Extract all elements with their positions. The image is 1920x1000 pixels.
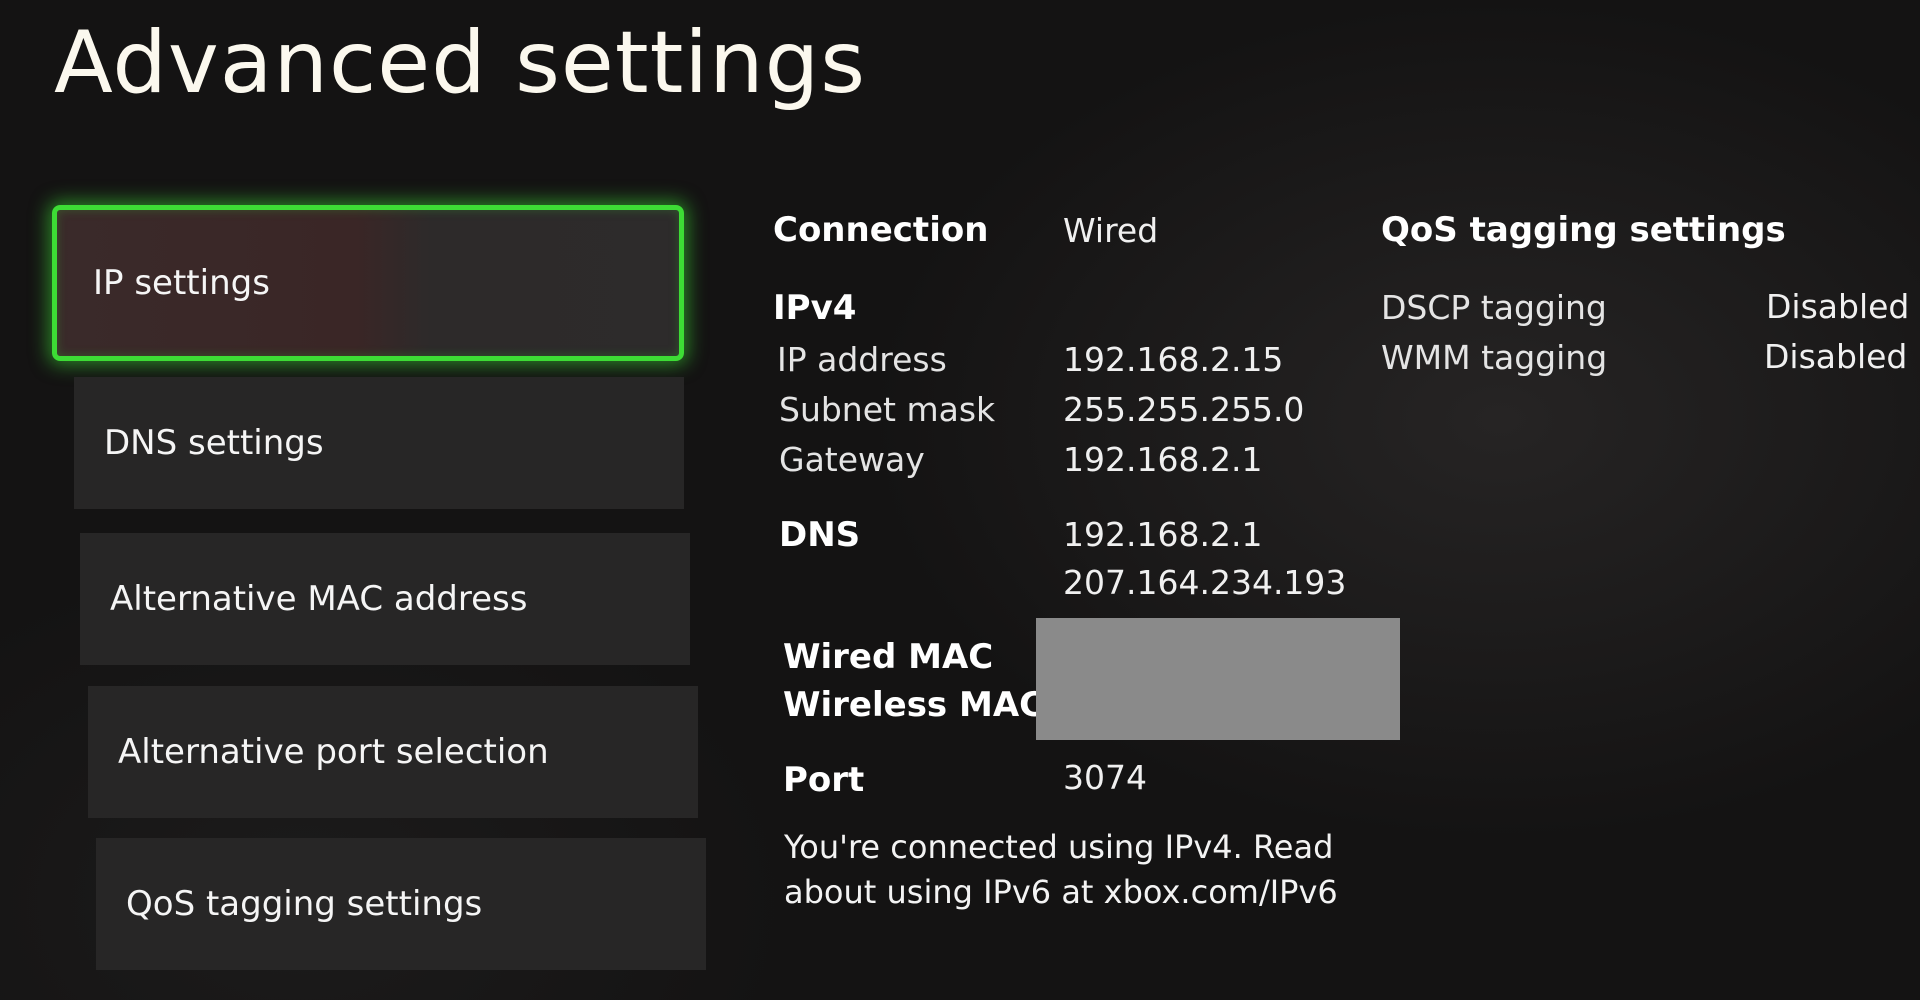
menu-item-label: DNS settings — [104, 423, 324, 463]
port-value: 3074 — [1063, 758, 1147, 797]
qos-heading: QoS tagging settings — [1381, 210, 1786, 250]
dns-secondary-value: 207.164.234.193 — [1063, 563, 1347, 602]
dns-heading: DNS — [779, 515, 861, 555]
gateway-label: Gateway — [779, 440, 925, 479]
page-title: Advanced settings — [54, 13, 867, 113]
connection-value: Wired — [1063, 211, 1159, 250]
menu-item-alternative-port-selection[interactable]: Alternative port selection — [88, 686, 698, 818]
wireless-mac-label: Wireless MAC — [783, 685, 1045, 725]
ipv6-info-note: You're connected using IPv4. Read about … — [784, 828, 1338, 911]
menu-item-ip-settings[interactable]: IP settings — [52, 205, 684, 361]
menu-item-qos-tagging-settings[interactable]: QoS tagging settings — [96, 838, 706, 970]
connection-label: Connection — [773, 210, 989, 250]
ipv4-heading: IPv4 — [773, 288, 857, 328]
menu-item-alternative-mac-address[interactable]: Alternative MAC address — [80, 533, 690, 665]
ip-address-label: IP address — [777, 340, 947, 379]
dns-primary-value: 192.168.2.1 — [1063, 515, 1263, 554]
wmm-tagging-value: Disabled — [1764, 337, 1908, 376]
subnet-mask-value: 255.255.255.0 — [1063, 390, 1305, 429]
menu-item-label: QoS tagging settings — [126, 884, 483, 924]
menu-item-dns-settings[interactable]: DNS settings — [74, 377, 684, 509]
port-label: Port — [783, 760, 865, 800]
menu-item-label: Alternative MAC address — [110, 579, 528, 619]
mac-redaction-block — [1036, 618, 1400, 740]
dscp-tagging-value: Disabled — [1766, 287, 1910, 326]
subnet-mask-label: Subnet mask — [779, 390, 996, 429]
gateway-value: 192.168.2.1 — [1063, 440, 1263, 479]
menu-item-label: IP settings — [93, 263, 270, 303]
dscp-tagging-label: DSCP tagging — [1381, 288, 1607, 327]
menu-item-label: Alternative port selection — [118, 732, 549, 772]
wmm-tagging-label: WMM tagging — [1381, 338, 1608, 377]
wired-mac-label: Wired MAC — [783, 637, 994, 677]
ip-address-value: 192.168.2.15 — [1063, 340, 1284, 379]
